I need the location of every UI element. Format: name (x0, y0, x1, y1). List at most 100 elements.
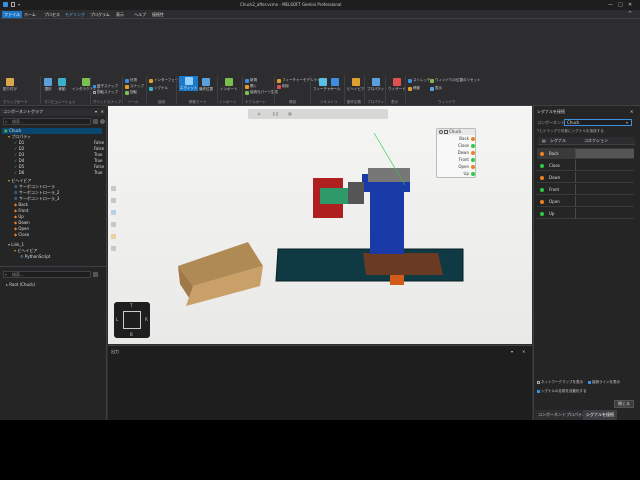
menu-program[interactable]: プログラム (88, 11, 112, 18)
component-select[interactable]: Chuck (564, 119, 632, 126)
grid-snap-checkbox-icon (93, 85, 96, 88)
diamond-icon (319, 78, 328, 86)
rotate-icon (125, 90, 129, 95)
menu-help[interactable]: ヘルプ (132, 11, 148, 18)
open-button[interactable]: 開く (245, 84, 257, 89)
snap-button[interactable]: スナップ (125, 84, 144, 89)
ribbon-separator (40, 76, 41, 104)
view-tool-icon[interactable] (111, 186, 116, 191)
signal-row-down[interactable]: Down (537, 172, 634, 183)
view-tool-icon[interactable] (111, 210, 116, 215)
signal-button[interactable]: シグナル (149, 86, 168, 91)
col-connection: コネクション (584, 138, 608, 143)
import-button[interactable]: インポート (220, 78, 238, 91)
group-manipulation-label: マニピュレーション (44, 100, 76, 104)
node-port-close[interactable] (471, 144, 475, 148)
wizard-button[interactable]: ウィザード (388, 78, 406, 91)
node-port-open[interactable] (471, 165, 475, 169)
node-handle-icon[interactable] (439, 130, 443, 134)
menu-file[interactable]: ファイル (2, 11, 22, 18)
reset-window-button[interactable]: ウィンドウの位置のリセット (430, 78, 481, 83)
tab-component-properties[interactable]: コンポーネントプロパティ (535, 410, 589, 420)
final-position-button[interactable]: 最終位置 (199, 78, 213, 91)
group-geometry-label: ジオメトリ (320, 100, 338, 104)
output-pin-icon[interactable]: ▾ (511, 349, 513, 354)
show-network-map-toggle[interactable]: ネットワークマップを表示 (537, 380, 583, 385)
cell-search-input[interactable]: 検索... (3, 271, 91, 278)
nav-cube-left[interactable]: L (116, 317, 118, 322)
new-button[interactable]: 新規 (245, 78, 257, 83)
signal-row-back[interactable]: Back (537, 148, 634, 159)
signals-panel-close-icon[interactable]: ✕ (630, 109, 633, 114)
tree-item-d6[interactable]: ✓ D6 True (14, 170, 104, 176)
component-graph-panel: コンポーネントグラフ ▾ ✕ 検索... ⌕ ▣ Chuck ▾ プロパティ ✓… (0, 106, 107, 420)
chuck-signal-node[interactable]: Chuck Back Close Down Front Open Up (436, 128, 476, 178)
signal-row-close[interactable]: Close (537, 160, 634, 171)
close-signals-button[interactable]: 閉じる (614, 400, 634, 408)
rotate-button[interactable]: 回転 (125, 90, 137, 95)
node-menu-icon[interactable] (444, 130, 448, 134)
node-port-back[interactable] (471, 137, 475, 141)
auto-name-signals-toggle[interactable]: シグナルの名前を自動化する (537, 389, 587, 394)
ribbon-separator (176, 76, 177, 104)
nav-cube-top[interactable]: T (130, 303, 132, 308)
component-search-input[interactable]: 検索... (3, 118, 91, 125)
output-panel: 出力 ▾ ✕ (108, 345, 532, 420)
maximize-button[interactable]: □ (618, 2, 623, 8)
view-tool-icon[interactable] (111, 246, 116, 251)
nav-cube-bottom[interactable]: B (130, 332, 133, 337)
signal-row-up[interactable]: Up (537, 208, 634, 219)
node-port-up[interactable] (471, 172, 475, 176)
nav-cube-right[interactable]: R (145, 317, 148, 322)
view-tool-icon[interactable] (111, 234, 116, 239)
menu-modeling[interactable]: モデリング (63, 11, 87, 18)
paste-button[interactable]: 貼り付け (3, 78, 17, 91)
move-button[interactable]: 移動 (58, 78, 66, 91)
node-port-down[interactable] (471, 151, 475, 155)
close-button[interactable]: ✕ (628, 2, 632, 8)
rotate-snap-toggle[interactable]: 回転スナップ (93, 90, 118, 95)
output-close-icon[interactable]: ✕ (522, 349, 525, 354)
pin-icon[interactable]: ▾ (95, 108, 97, 116)
stretch-button[interactable]: ストレッチ (408, 78, 431, 83)
menu-view[interactable]: 表示 (114, 11, 126, 18)
menu-process[interactable]: プロセス (42, 11, 62, 18)
view-tool-icon[interactable] (111, 198, 116, 203)
signals-table-header: ▤ シグナル コネクション (538, 137, 635, 145)
node-signal-front: Front (458, 157, 469, 162)
menu-connectivity[interactable]: 接続性 (150, 11, 166, 18)
edit-mode-button[interactable]: エディット (179, 76, 199, 91)
connection-cell-selected[interactable] (576, 149, 634, 158)
behavior-button[interactable]: ビヘイビア (347, 78, 365, 91)
generate-parts-button[interactable]: 接続元パーツ生成 (245, 90, 278, 95)
tool-button[interactable]: ツール (330, 78, 341, 91)
navigation-cube[interactable]: T L R B (114, 302, 150, 338)
cell-filter-icon[interactable] (93, 272, 98, 277)
tree-item-close[interactable]: ◆ Close (14, 232, 29, 238)
save-icon[interactable] (11, 2, 15, 7)
measure-button[interactable]: 計測 (125, 78, 137, 83)
view-tool-icon[interactable] (111, 222, 116, 227)
show-connection-lines-toggle[interactable]: 接続ラインを表示 (588, 380, 620, 385)
group-connect-label: 接続 (158, 100, 165, 104)
settings-icon[interactable] (100, 119, 105, 124)
dropdown-icon[interactable]: ▾ (18, 2, 20, 7)
property-button[interactable]: プロパティ (367, 78, 384, 91)
tab-connect-signals[interactable]: シグナルを接続 (583, 410, 617, 420)
delete-button[interactable]: 削除 (277, 84, 289, 89)
panel-close-icon[interactable]: ✕ (101, 108, 104, 116)
grid-snap-toggle[interactable]: 格子スナップ (93, 84, 118, 89)
ribbon-collapse-icon[interactable]: ^ (628, 11, 632, 17)
filter-icon[interactable] (93, 119, 98, 124)
node-port-front[interactable] (471, 158, 475, 162)
minimize-button[interactable]: — (608, 2, 613, 8)
tree-item-root[interactable]: ▸ Root (Chuck) (6, 282, 35, 288)
tree-item-python-script[interactable]: ⚙ PythonScript (20, 254, 50, 260)
window-display-button[interactable]: 表示 (430, 86, 442, 91)
menu-home[interactable]: ホーム (22, 11, 38, 18)
3d-viewport[interactable]: ▶ ❚❚ ■ Chuck Back Close Down Front Open … (108, 106, 532, 344)
signal-row-open[interactable]: Open (537, 196, 634, 207)
window-move-button[interactable]: 移動 (408, 86, 420, 91)
select-button[interactable]: 選択 (44, 78, 52, 91)
signal-row-front[interactable]: Front (537, 184, 634, 195)
